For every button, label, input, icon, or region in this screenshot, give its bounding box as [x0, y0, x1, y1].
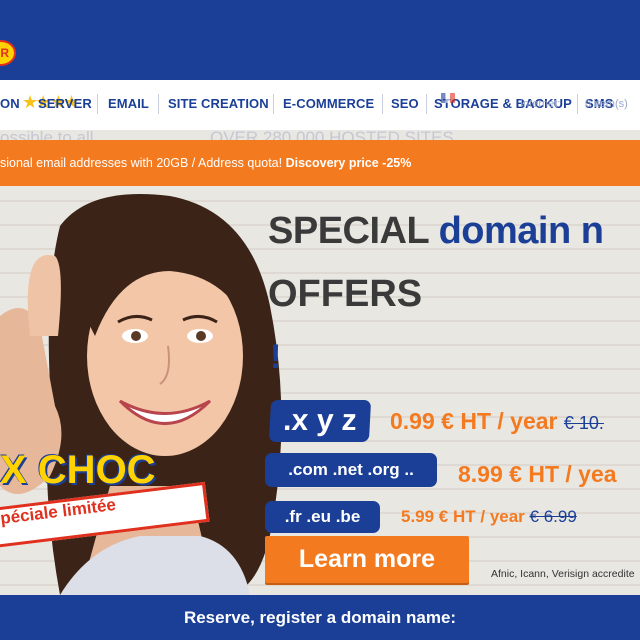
price-xyz: 0.99 € HT / year € 10.: [390, 408, 604, 434]
nav-item-server[interactable]: SERVER: [38, 96, 92, 111]
brand-logo[interactable]: R: [0, 40, 16, 66]
nav-divider: [158, 94, 159, 114]
top-brand-bar: R: [0, 0, 640, 80]
nav-item-seo[interactable]: SEO: [391, 96, 419, 111]
main-nav: ★★ ★★ ON SERVER EMAIL SITE CREATION E-CO…: [0, 80, 640, 130]
internet-label: Internet:: [520, 98, 561, 110]
french-flag-icon[interactable]: [441, 93, 455, 103]
nav-divider: [382, 94, 383, 114]
choc-offer-label: X CHOC: [0, 448, 156, 492]
price-fr-eu-be: 5.99 € HT / year € 6.99: [401, 507, 577, 526]
cart-count[interactable]: 0 item(s): [585, 98, 628, 110]
hero-banner: ossible to all OVER 280 000 HOSTED SITES…: [0, 130, 640, 595]
logo-text: R: [0, 46, 9, 60]
tld-tag-xyz: .x y z: [268, 400, 372, 442]
old-price-fr-eu-be: € 6.99: [529, 507, 577, 526]
offer-headline-line2: OFFERS: [268, 273, 423, 315]
tld-tag-fr-eu-be: .fr .eu .be: [265, 501, 380, 533]
offer-exclamation: !: [270, 338, 282, 376]
learn-more-button[interactable]: Learn more: [265, 536, 469, 583]
tld-tag-com-net-org: .com .net .org ..: [265, 453, 437, 487]
promo-discount: Discovery price -25%: [285, 156, 412, 170]
price-com-net-org: 8.99 € HT / yea: [458, 461, 617, 487]
nav-divider: [577, 94, 578, 114]
old-price-xyz: € 10.: [563, 413, 604, 433]
nav-divider: [426, 94, 427, 114]
nav-divider: [97, 94, 98, 114]
offer-headline: SPECIAL domain n: [268, 210, 604, 252]
domain-search-title: Reserve, register a domain name:: [183, 608, 457, 627]
nav-divider: [273, 94, 274, 114]
promo-banner[interactable]: sional email addresses with 20GB / Addre…: [0, 140, 640, 186]
promo-text: sional email addresses with 20GB / Addre…: [0, 156, 283, 170]
domain-search-section: Reserve, register a domain name:: [0, 595, 640, 640]
accreditation-note: Afnic, Icann, Verisign accredite: [491, 568, 635, 580]
nav-item-email[interactable]: EMAIL: [108, 96, 149, 111]
nav-item-domain[interactable]: ON: [0, 96, 20, 111]
nav-item-site-creation[interactable]: SITE CREATION: [168, 96, 269, 111]
nav-item-ecommerce[interactable]: E-COMMERCE: [283, 96, 374, 111]
